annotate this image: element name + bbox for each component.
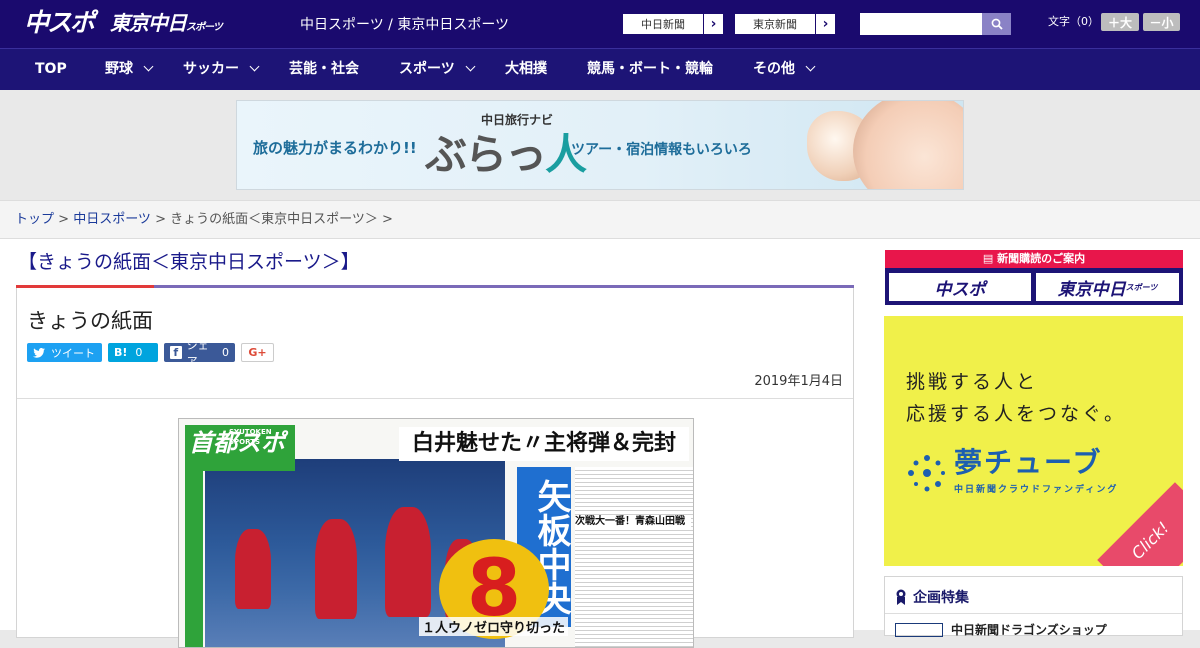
banner-right-text: ツアー・宿泊情報もいろいろ (571, 142, 752, 158)
travel-ad-banner[interactable]: 旅の魅力がまるわかり!! 中日旅行ナビ ぶらっ人 ツアー・宿泊情報もいろいろ (236, 100, 964, 190)
global-nav: TOP 野球 サッカー 芸能・社会 スポーツ 大相撲 競馬・ボート・競輪 その他 (0, 48, 1200, 90)
special-features-divider (885, 613, 1182, 614)
font-size-label: 文字（0） (1048, 15, 1099, 28)
hatena-icon: B! (114, 346, 128, 359)
facebook-icon: f (170, 346, 182, 359)
nav-label: 芸能・社会 (289, 61, 359, 77)
chevron-down-icon (465, 61, 476, 72)
nav-label: 大相撲 (505, 61, 547, 77)
google-plus-button[interactable]: G+ (241, 343, 274, 362)
yume-tube-ad[interactable]: 挑戦する人と 応援する人をつなぐ。 夢チューブ 中日新聞クラウドファンディング … (884, 316, 1183, 566)
subscribe-tokyo-suffix: スポーツ (1125, 282, 1158, 292)
twitter-icon (33, 347, 45, 358)
breadcrumb-bar: トップ > 中日スポーツ > きょうの紙面＜東京中日スポーツ＞ > (0, 200, 1200, 239)
yume-tagline-1: 挑戦する人と (906, 371, 1039, 393)
chevron-right-icon: › (815, 14, 835, 34)
search-input[interactable] (860, 13, 982, 35)
breadcrumb-separator: > (382, 212, 393, 227)
subscription-label: ▤ 新聞購読のご案内 (885, 252, 1183, 266)
yume-tagline-2: 応援する人をつなぐ。 (906, 403, 1127, 425)
nav-item-top[interactable]: TOP (35, 49, 67, 90)
article-card: きょうの紙面 ツイート B! 0 f シェア 0 G+ 2019年1月4日 首都… (16, 288, 854, 648)
yume-tube-subtitle: 中日新聞クラウドファンディング (954, 485, 1119, 495)
nav-item-soccer[interactable]: サッカー (183, 49, 260, 90)
nav-label: 競馬・ボート・競輪 (587, 61, 713, 77)
chuspo-logo[interactable]: 中スポ (24, 7, 95, 39)
banner-logo-part1: ぶらっ (425, 130, 547, 179)
nav-label: その他 (753, 61, 795, 77)
facebook-label: シェア (186, 338, 209, 368)
breadcrumb-section[interactable]: 中日スポーツ (73, 212, 151, 227)
hatena-bookmark-button[interactable]: B! 0 (108, 343, 158, 362)
newspaper-icon: ▤ (982, 252, 998, 265)
special-features-box: 企画特集 中日新聞ドラゴンズショップ (884, 576, 1183, 637)
shutoken-sports-logo: 首都スポ SYUTOKEN SPORTS (185, 425, 295, 471)
chunichi-shimbun-link[interactable]: 中日新聞 › (622, 13, 724, 35)
chevron-right-icon: › (703, 14, 723, 34)
tokyo-shimbun-label: 東京新聞 (753, 18, 797, 31)
paper-logo-sub: SYUTOKEN SPORTS (229, 428, 272, 446)
player-figure (315, 519, 357, 619)
paper-caption: １人ウノゼロ守り切った (419, 617, 569, 636)
nav-item-other[interactable]: その他 (753, 49, 816, 90)
chevron-down-icon (805, 61, 816, 72)
ribbon-icon (896, 589, 906, 605)
tweet-label: ツイート (51, 346, 95, 360)
font-smaller-button[interactable]: －小 (1143, 13, 1180, 31)
subscribe-chuspo-button[interactable]: 中スポ (889, 273, 1031, 301)
article-title: きょうの紙面 (27, 309, 153, 333)
special-features-label: 企画特集 (913, 590, 969, 606)
smiling-woman-image (853, 101, 963, 189)
breadcrumb-current: きょうの紙面＜東京中日スポーツ＞ (170, 212, 378, 227)
article-divider (17, 398, 853, 399)
nav-label: TOP (35, 61, 67, 77)
yume-tube-logo: 夢チューブ (954, 446, 1103, 479)
chevron-down-icon (249, 61, 260, 72)
hatena-count: 0 (135, 346, 143, 359)
tokyo-chunichi-logo[interactable]: 東京中日スポーツ (110, 9, 223, 42)
banner-logo: ぶらっ人 (425, 121, 587, 182)
breadcrumb: トップ > 中日スポーツ > きょうの紙面＜東京中日スポーツ＞ > (15, 212, 393, 228)
nav-label: サッカー (183, 61, 239, 77)
nav-item-sports[interactable]: スポーツ (399, 49, 476, 90)
page-heading: 【きょうの紙面＜東京中日スポーツ＞】 (18, 251, 360, 273)
facebook-count: 0 (222, 346, 229, 359)
nav-item-baseball[interactable]: 野球 (105, 49, 154, 90)
banner-left-text: 旅の魅力がまるわかり!! (253, 139, 417, 157)
newspaper-front-page-image[interactable]: 首都スポ SYUTOKEN SPORTS 白井魅せた〃主将弾＆完封 次戦大一番！青… (178, 418, 694, 648)
subscription-label-text: 新聞購読のご案内 (997, 252, 1086, 265)
breadcrumb-separator: > (58, 212, 74, 227)
chevron-down-icon (143, 61, 154, 72)
chunichi-shimbun-label: 中日新聞 (641, 18, 685, 31)
nav-label: スポーツ (399, 61, 455, 77)
special-features-title: 企画特集 (895, 587, 969, 607)
search-icon (991, 18, 1003, 30)
nav-item-sumo[interactable]: 大相撲 (505, 49, 547, 90)
article-date: 2019年1月4日 (754, 374, 843, 389)
breadcrumb-separator: > (155, 212, 171, 227)
nav-item-entertainment[interactable]: 芸能・社会 (289, 49, 359, 90)
nav-item-racing[interactable]: 競馬・ボート・競輪 (587, 49, 713, 90)
paper-subhead: 次戦大一番！青森山田戦 (575, 515, 691, 529)
player-figure (385, 507, 431, 617)
tokyo-logo-main: 東京中日 (110, 11, 187, 35)
paper-text-column (575, 467, 693, 647)
dots-icon (908, 455, 945, 492)
nav-label: 野球 (105, 61, 133, 77)
site-name[interactable]: 中日スポーツ / 東京中日スポーツ (300, 15, 509, 35)
subscribe-tokyo-label: 東京中日 (1057, 279, 1126, 300)
facebook-share-button[interactable]: f シェア 0 (164, 339, 235, 368)
search-button[interactable] (982, 13, 1011, 35)
font-bigger-button[interactable]: ＋大 (1101, 13, 1139, 31)
player-figure (235, 529, 271, 609)
breadcrumb-home[interactable]: トップ (15, 212, 54, 227)
paper-side-strip (185, 471, 203, 647)
tokyo-logo-suffix: スポーツ (186, 22, 223, 33)
tweet-button[interactable]: ツイート (27, 343, 102, 362)
top-header: 中スポ 東京中日スポーツ 中日スポーツ / 東京中日スポーツ 中日新聞 › 東京… (0, 0, 1200, 48)
subscribe-tokyo-button[interactable]: 東京中日 スポーツ (1036, 273, 1179, 301)
tokyo-shimbun-link[interactable]: 東京新聞 › (734, 13, 836, 35)
paper-headline: 白井魅せた〃主将弾＆完封 (399, 427, 689, 461)
